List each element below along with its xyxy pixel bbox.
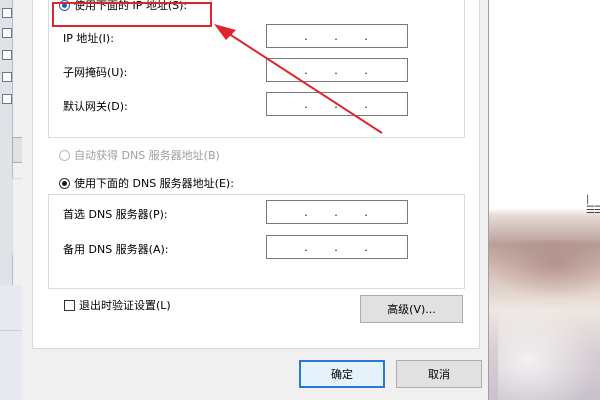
arrow-shaft bbox=[219, 27, 383, 134]
annotation-arrow-icon bbox=[214, 24, 383, 134]
arrow-head bbox=[214, 24, 236, 40]
